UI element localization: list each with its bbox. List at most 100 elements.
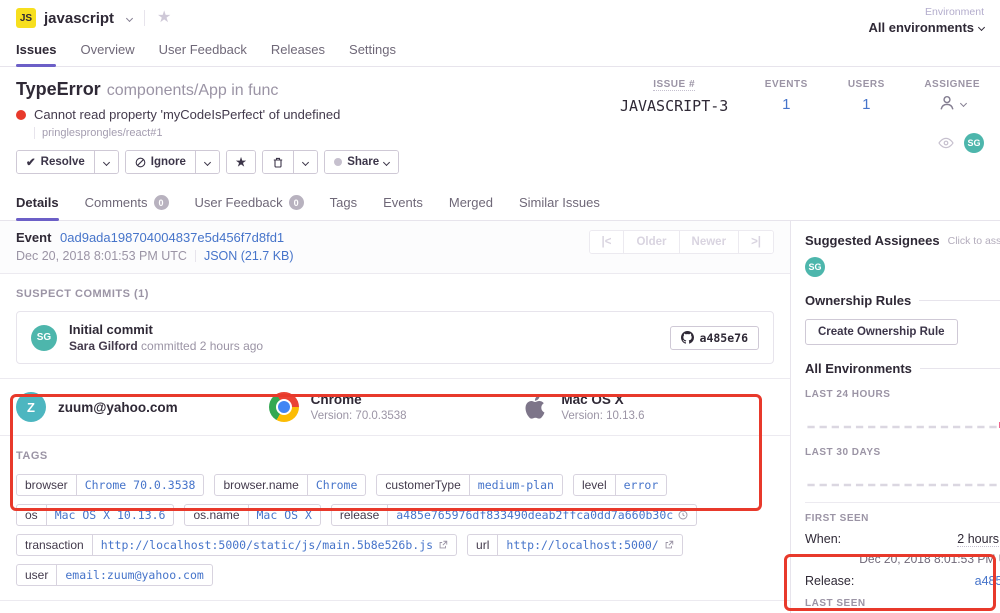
mute-icon — [135, 157, 146, 168]
event-id-link[interactable]: 0ad9ada198704004837e5d456f7d8fd1 — [60, 230, 284, 245]
tag-transaction[interactable]: transactionhttp://localhost:5000/static/… — [16, 534, 457, 556]
last-30-days-sparkline — [805, 458, 1000, 492]
event-detail-column: Event 0ad9ada198704004837e5d456f7d8fd1 D… — [0, 221, 790, 613]
nav-user-feedback[interactable]: User Feedback — [159, 36, 247, 66]
tag-browser-name[interactable]: browser.nameChrome — [214, 474, 366, 496]
favorite-star-icon[interactable]: ★ — [157, 10, 171, 26]
commit-sha-button[interactable]: a485e76 — [670, 326, 759, 350]
share-button[interactable]: Share — [325, 151, 398, 173]
chevron-down-icon — [978, 24, 985, 31]
create-ownership-rule-button[interactable]: Create Ownership Rule — [805, 319, 958, 345]
resolve-button[interactable]: ✔Resolve — [17, 151, 94, 173]
context-browser: Chrome Version: 70.0.3538 — [269, 392, 522, 422]
last-event-button[interactable]: >| — [738, 231, 773, 253]
tag-os-name[interactable]: os.nameMac OS X — [184, 504, 320, 526]
issue-title: TypeError components/App in func — [16, 79, 340, 100]
chevron-down-icon — [103, 158, 110, 165]
last-24-hours-sparkline — [805, 400, 1000, 434]
event-pagination: |< Older Newer >| — [589, 230, 774, 254]
tab-comments[interactable]: Comments0 — [85, 186, 169, 220]
bookmark-star-button[interactable]: ★ — [227, 151, 255, 173]
external-link-icon — [664, 540, 674, 550]
commit-title: Initial commit — [69, 322, 263, 337]
stat-assignee: ASSIGNEE — [924, 79, 980, 139]
tab-details[interactable]: Details — [16, 186, 59, 220]
commit-card: SG Initial commit Sara Gilford committed… — [16, 311, 774, 364]
tab-user-feedback[interactable]: User Feedback0 — [195, 186, 304, 220]
tab-similar-issues[interactable]: Similar Issues — [519, 186, 600, 220]
resolve-dropdown[interactable] — [94, 151, 118, 173]
project-selector[interactable]: javascript — [44, 10, 114, 27]
tag-os[interactable]: osMac OS X 10.13.6 — [16, 504, 174, 526]
newer-event-button[interactable]: Newer — [679, 231, 739, 253]
context-user: Z zuum@yahoo.com — [16, 392, 269, 422]
issue-toolbar: ✔Resolve Ignore ★ Share — [16, 150, 984, 174]
os-name: Mac OS X — [561, 392, 644, 407]
events-count-link[interactable]: 1 — [782, 96, 790, 113]
issue-detail-tabs: Details Comments0 User Feedback0 Tags Ev… — [0, 186, 1000, 221]
tags-heading: TAGS — [16, 450, 774, 462]
nav-releases[interactable]: Releases — [271, 36, 325, 66]
eye-icon[interactable] — [938, 137, 954, 149]
tab-tags[interactable]: Tags — [330, 186, 357, 220]
nav-settings[interactable]: Settings — [349, 36, 396, 66]
person-icon — [938, 94, 956, 112]
nav-issues[interactable]: Issues — [16, 36, 56, 66]
issue-id-label: ISSUE # — [653, 79, 695, 91]
participant-avatar[interactable]: SG — [964, 133, 984, 153]
error-level-dot — [16, 110, 26, 120]
tag-browser[interactable]: browserChrome 70.0.3538 — [16, 474, 204, 496]
events-label: EVENTS — [765, 79, 808, 90]
bookmark-button-group: ★ — [226, 150, 256, 174]
tab-merged[interactable]: Merged — [449, 186, 493, 220]
tag-release[interactable]: releasea485e765976df833490deab2ffca0dd7a… — [331, 504, 697, 526]
tab-events[interactable]: Events — [383, 186, 423, 220]
ignore-dropdown[interactable] — [195, 151, 219, 173]
delete-button[interactable] — [263, 151, 293, 173]
os-version: Version: 10.13.6 — [561, 410, 644, 422]
commit-author-avatar: SG — [31, 325, 57, 351]
issue-culprit: components/App in func — [107, 82, 279, 99]
release-label: Release: — [805, 574, 854, 588]
assignee-dropdown[interactable] — [938, 94, 966, 112]
tag-customer-type[interactable]: customerTypemedium-plan — [376, 474, 563, 496]
tag-user[interactable]: useremail:zuum@yahoo.com — [16, 564, 213, 586]
suspect-commits-section: SUSPECT COMMITS (1) SG Initial commit Sa… — [0, 274, 790, 364]
tag-level[interactable]: levelerror — [573, 474, 667, 496]
context-os: Mac OS X Version: 10.13.6 — [521, 392, 774, 422]
chevron-down-icon[interactable] — [126, 14, 133, 21]
event-json-link[interactable]: JSON (21.7 KB) — [204, 249, 294, 263]
nav-overview[interactable]: Overview — [80, 36, 134, 66]
delete-dropdown[interactable] — [293, 151, 317, 173]
environment-value[interactable]: All environments — [869, 20, 984, 35]
first-seen-relative: 2 hours ago — [957, 532, 1000, 547]
last-seen-label: LAST SEEN — [805, 598, 1000, 609]
issue-sidebar: Suggested AssigneesClick to assign SG Ow… — [790, 221, 1000, 613]
chrome-icon — [269, 392, 299, 422]
first-seen-date: Dec 20, 2018 8:01:53 PM UTC — [805, 552, 1000, 566]
suggested-assignee-avatar[interactable]: SG — [805, 257, 825, 277]
ignore-button-group: Ignore — [125, 150, 220, 174]
issue-id-value: JAVASCRIPT-3 — [620, 97, 728, 115]
apple-icon — [521, 392, 549, 422]
environment-selector[interactable]: Environment All environments — [869, 6, 984, 35]
javascript-platform-icon: JS — [16, 8, 36, 28]
issue-type: TypeError — [16, 79, 101, 99]
browser-version: Version: 70.0.3538 — [311, 410, 407, 422]
first-event-button[interactable]: |< — [590, 231, 624, 253]
event-context-row: Z zuum@yahoo.com Chrome Version: 70.0.35… — [0, 378, 790, 436]
first-seen-release-link[interactable]: a485e76 — [975, 574, 1000, 588]
chevron-down-icon — [302, 158, 309, 165]
project-row: JS javascript ★ — [16, 8, 984, 28]
users-count-link[interactable]: 1 — [862, 96, 870, 113]
older-event-button[interactable]: Older — [623, 231, 678, 253]
check-icon: ✔ — [26, 155, 36, 169]
issue-header: TypeErrorcomponents/App in func Cannot r… — [0, 67, 1000, 174]
event-date: Dec 20, 2018 8:01:53 PM UTC — [16, 249, 187, 263]
project-nav: Issues Overview User Feedback Releases S… — [16, 36, 984, 66]
tag-url[interactable]: urlhttp://localhost:5000/ — [467, 534, 683, 556]
issue-annotation[interactable]: pringlesprongles/react#1 — [34, 127, 340, 139]
comments-count-badge: 0 — [154, 195, 169, 210]
all-environments-heading: All Environments — [805, 361, 1000, 376]
ignore-button[interactable]: Ignore — [126, 151, 195, 173]
